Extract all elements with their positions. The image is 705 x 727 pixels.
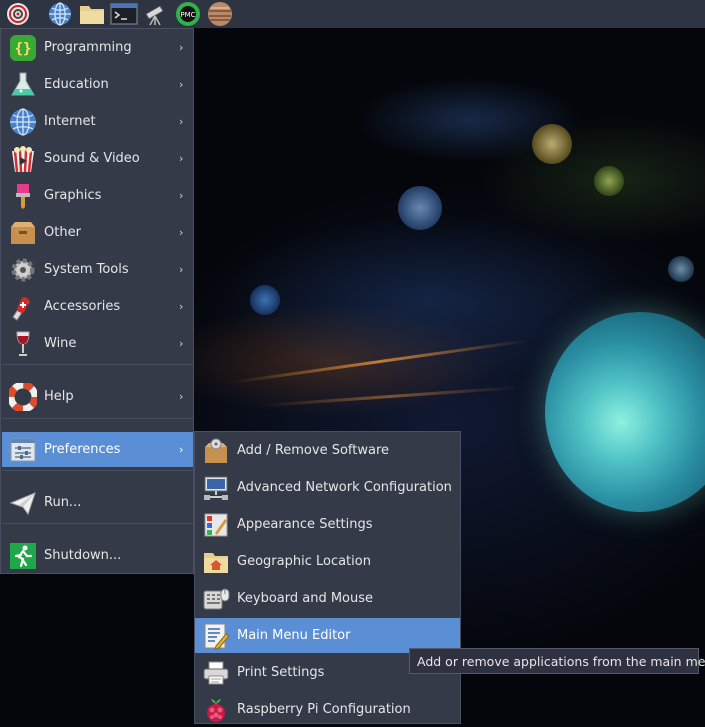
wallpaper-orb [250,285,280,315]
submenu-item-label: Main Menu Editor [237,628,351,643]
network-icon [199,471,233,505]
menu-item-label: Sound & Video [44,151,140,166]
exit-runner-icon [6,539,40,573]
chevron-right-icon: › [179,300,184,313]
chevron-right-icon: › [179,263,184,276]
menu-item-label: Graphics [44,188,102,203]
web-browser-icon[interactable] [46,1,74,27]
paintbrush-icon [6,179,40,213]
wallpaper-streak [260,385,520,408]
menu-item-label: Education [44,77,109,92]
raspberry-menu-icon[interactable] [4,1,32,27]
chevron-right-icon: › [179,226,184,239]
chevron-right-icon: › [179,41,184,54]
film-popcorn-icon [6,142,40,176]
submenu-item-label: Print Settings [237,665,325,680]
tooltip: Add or remove applications from the main… [409,648,705,674]
main-menu: {} Programming › Education › Internet › … [0,28,194,574]
globe-icon [6,105,40,139]
submenu-item-advanced-network[interactable]: Advanced Network Configuration [195,470,460,505]
wallpaper-planet [545,312,705,512]
menu-item-label: Other [44,225,81,240]
file-manager-icon[interactable] [78,1,106,27]
menu-item-label: Internet [44,114,96,129]
box-icon [6,216,40,250]
keyboard-mouse-icon [199,582,233,616]
submenu-item-label: Advanced Network Configuration [237,480,452,495]
wallpaper-orb [398,186,442,230]
wine-glass-icon [6,327,40,361]
top-panel: PMC [0,0,705,28]
menu-item-label: Preferences [44,442,121,457]
terminal-icon[interactable] [110,1,138,27]
menu-item-wine[interactable]: Wine › [2,326,193,361]
menu-item-preferences[interactable]: Preferences › [2,432,193,467]
menu-item-shutdown[interactable]: Shutdown... [2,538,193,573]
menu-item-programming[interactable]: {} Programming › [2,30,193,65]
menu-item-label: Run... [44,495,82,510]
printer-icon [199,656,233,690]
wallpaper-orb [532,124,572,164]
menu-item-label: Wine [44,336,77,351]
menu-item-system-tools[interactable]: System Tools › [2,252,193,287]
pmc-app-icon[interactable]: PMC [174,1,202,27]
menu-item-accessories[interactable]: Accessories › [2,289,193,324]
wallpaper-orb [594,166,624,196]
package-icon [199,434,233,468]
submenu-item-appearance-settings[interactable]: Appearance Settings [195,507,460,542]
submenu-item-label: Appearance Settings [237,517,373,532]
preferences-sliders-icon [6,433,40,467]
flask-icon [6,68,40,102]
lifebuoy-icon [6,380,40,414]
chevron-right-icon: › [179,189,184,202]
submenu-item-label: Add / Remove Software [237,443,390,458]
menu-item-sound-video[interactable]: Sound & Video › [2,141,193,176]
preferences-submenu: Add / Remove Software Advanced Network C… [194,431,461,724]
submenu-item-label: Geographic Location [237,554,371,569]
svg-text:PMC: PMC [180,11,195,19]
menu-item-run[interactable]: Run... [2,485,193,520]
menu-item-help[interactable]: Help › [2,379,193,414]
chevron-right-icon: › [179,115,184,128]
wallpaper-orb [668,256,694,282]
gear-icon [6,253,40,287]
menu-separator [2,470,193,471]
wallpaper-streak [231,339,529,384]
chevron-right-icon: › [179,78,184,91]
chevron-right-icon: › [179,152,184,165]
menu-separator [2,418,193,419]
menu-item-internet[interactable]: Internet › [2,104,193,139]
menu-item-education[interactable]: Education › [2,67,193,102]
submenu-item-keyboard-mouse[interactable]: Keyboard and Mouse [195,581,460,616]
paper-plane-icon [6,486,40,520]
chevron-right-icon: › [179,337,184,350]
palette-icon [199,508,233,542]
menu-item-label: Help [44,389,74,404]
menu-editor-icon [199,619,233,653]
svg-text:{}: {} [15,41,32,57]
menu-item-graphics[interactable]: Graphics › [2,178,193,213]
submenu-item-label: Raspberry Pi Configuration [237,702,411,717]
chevron-right-icon: › [179,443,184,456]
raspberry-icon [199,693,233,727]
submenu-item-raspberry-pi-configuration[interactable]: Raspberry Pi Configuration [195,692,460,727]
swiss-knife-icon [6,290,40,324]
menu-item-label: System Tools [44,262,129,277]
telescope-icon[interactable] [142,1,170,27]
menu-separator [2,364,193,365]
submenu-item-geographic-location[interactable]: Geographic Location [195,544,460,579]
submenu-item-add-remove-software[interactable]: Add / Remove Software [195,433,460,468]
menu-separator [2,523,193,524]
chevron-right-icon: › [179,390,184,403]
braces-icon: {} [6,31,40,65]
menu-item-label: Programming [44,40,132,55]
menu-item-other[interactable]: Other › [2,215,193,250]
planet-app-icon[interactable] [206,1,234,27]
home-folder-icon [199,545,233,579]
menu-item-label: Shutdown... [44,548,122,563]
submenu-item-label: Keyboard and Mouse [237,591,374,606]
menu-item-label: Accessories [44,299,121,314]
